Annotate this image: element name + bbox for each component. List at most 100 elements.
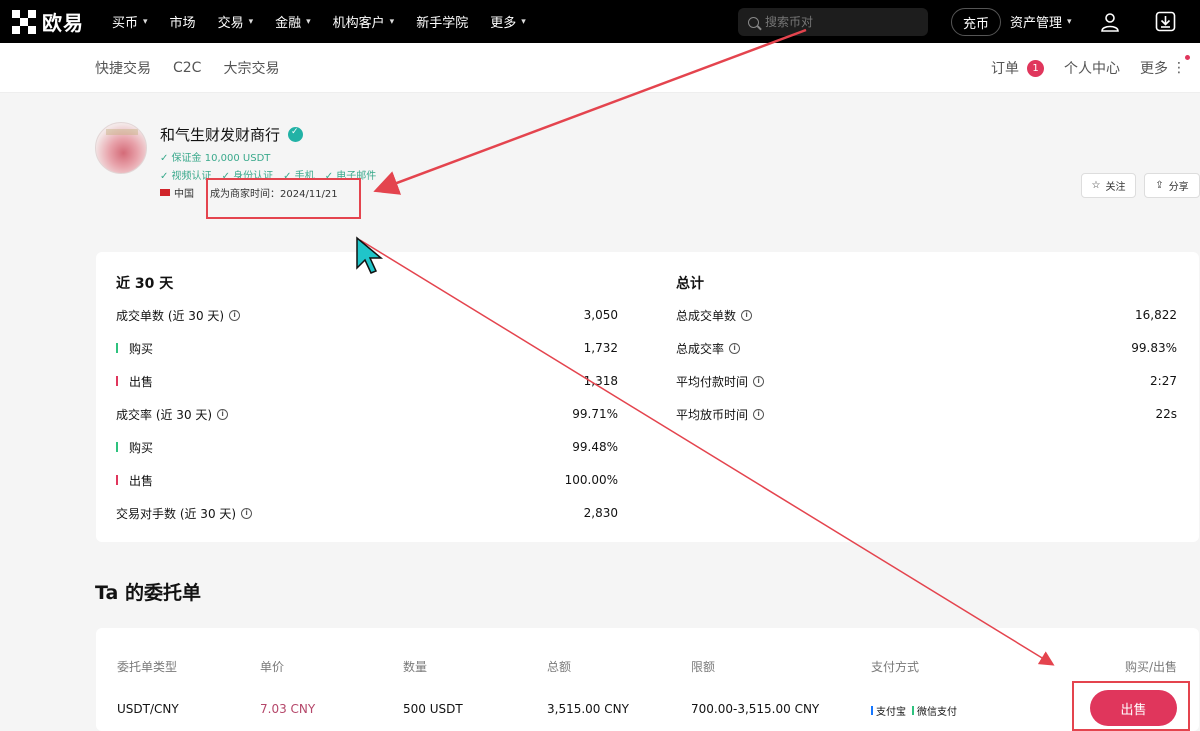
stat-label: 出售: [116, 373, 153, 390]
stat-value: 100.00%: [564, 473, 618, 487]
since-annotation-box: [206, 178, 361, 219]
stat-label: 总成交率 i: [676, 340, 741, 357]
stat-label-text: 总成交单数: [676, 308, 737, 323]
stat-label: 出售: [116, 472, 153, 489]
payment-tag: 支付宝: [871, 703, 906, 718]
sub-nav-right: 订单 1 个人中心 更多 ⋮: [991, 43, 1190, 93]
subnav-tab[interactable]: 快捷交易: [95, 58, 151, 78]
profile-link[interactable]: 个人中心: [1064, 58, 1120, 78]
nav-item[interactable]: 交易 ▾: [218, 12, 254, 31]
order-type: USDT/CNY: [117, 702, 179, 716]
stat-label: 总成交单数 i: [676, 307, 753, 324]
nav-item[interactable]: 机构客户 ▾: [333, 12, 395, 31]
asset-management-menu[interactable]: 资产管理 ▾: [1010, 0, 1072, 43]
merchant-name-row: 和气生财发财商行: [160, 124, 304, 145]
info-icon[interactable]: i: [753, 375, 765, 387]
nav-item-label: 新手学院: [416, 16, 469, 31]
stat-row: 出售 100.00%: [116, 469, 618, 491]
deposit-button[interactable]: 充币: [951, 8, 1001, 36]
stat-row: 平均放币时间 i 22s: [676, 403, 1177, 425]
stat-row: 总成交率 i 99.83%: [676, 337, 1177, 359]
info-icon[interactable]: i: [729, 342, 741, 354]
user-icon[interactable]: [1100, 12, 1120, 32]
stat-value: 22s: [1155, 407, 1177, 421]
stat-row: 出售 1,318: [116, 370, 618, 392]
nav-item[interactable]: 更多 ▾: [490, 12, 526, 31]
sell-annotation-box: [1072, 681, 1190, 731]
stat-label-text: 出售: [129, 374, 154, 389]
search-input[interactable]: [765, 15, 915, 29]
stat-row: 成交率 (近 30 天) i 99.71%: [116, 403, 618, 425]
info-icon[interactable]: i: [741, 309, 753, 321]
column-header: 支付方式: [871, 660, 920, 674]
stat-row: 购买 99.48%: [116, 436, 618, 458]
info-icon[interactable]: i: [217, 408, 229, 420]
column-header: 限额: [691, 660, 716, 674]
stat-value: 99.48%: [572, 440, 618, 454]
stat-value: 2,830: [583, 506, 618, 520]
chevron-down-icon: ▾: [306, 16, 311, 27]
more-menu[interactable]: 更多 ⋮: [1140, 55, 1190, 78]
follow-button[interactable]: ☆ 关注: [1081, 173, 1136, 198]
search-box[interactable]: [738, 8, 928, 36]
stat-label-text: 交易对手数 (近 30 天): [116, 506, 237, 521]
stats-card: 近 30 天 成交单数 (近 30 天) i 3,050 购买 1,732 出售 1,318…: [96, 252, 1199, 542]
subnav-tab[interactable]: 大宗交易: [223, 58, 279, 78]
orders-label: 订单: [991, 61, 1019, 77]
kebab-icon: ⋮: [1172, 60, 1186, 76]
stat-label: 交易对手数 (近 30 天) i: [116, 505, 253, 522]
nav-item-label: 交易: [217, 16, 244, 31]
top-navbar: 欧易 买币 ▾ 市场 交易 ▾ 金融 ▾ 机构客户 ▾ 新手学院 更多 ▾ 充币 资产管理 ▾: [0, 0, 1200, 43]
stat-value: 1,318: [583, 374, 618, 388]
quantity: 500 USDT: [403, 702, 463, 716]
orders-section-title: Ta 的委托单: [95, 582, 201, 604]
stat-label: 平均付款时间 i: [676, 373, 765, 390]
okx-logo[interactable]: 欧易: [12, 7, 84, 36]
country: 中国: [160, 185, 194, 200]
subnav-tab[interactable]: C2C: [173, 60, 201, 76]
nav-item[interactable]: 金融 ▾: [275, 12, 311, 31]
share-label: 分享: [1168, 182, 1189, 193]
share-icon: ⇪: [1155, 180, 1164, 191]
column-header: 总额: [547, 660, 572, 674]
nav-item[interactable]: 新手学院: [416, 12, 468, 31]
search-icon: [748, 16, 759, 28]
info-icon[interactable]: i: [753, 408, 765, 420]
payment-label: 支付宝: [876, 707, 906, 718]
chevron-down-icon: ▾: [1067, 16, 1072, 27]
verified-badge-icon: [288, 127, 304, 142]
download-icon[interactable]: [1155, 11, 1176, 32]
stat-label: 成交单数 (近 30 天) i: [116, 307, 241, 324]
orders-link[interactable]: 订单 1: [991, 58, 1044, 78]
info-icon[interactable]: i: [229, 309, 241, 321]
chevron-down-icon: ▾: [248, 16, 254, 27]
country-name: 中国: [174, 189, 194, 200]
orders-count-badge: 1: [1027, 59, 1044, 77]
logo-text: 欧易: [42, 11, 84, 35]
nav-item[interactable]: 买币 ▾: [112, 12, 148, 31]
stat-label-text: 成交率 (近 30 天): [116, 407, 213, 422]
sub-navbar: 快捷交易 C2C 大宗交易 订单 1 个人中心 更多 ⋮: [0, 43, 1200, 93]
nav-item-label: 更多: [490, 16, 517, 31]
stat-row: 平均付款时间 i 2:27: [676, 370, 1177, 392]
nav-item[interactable]: 市场: [170, 12, 196, 31]
nav-item-label: 金融: [275, 16, 302, 31]
chevron-down-icon: ▾: [143, 16, 148, 27]
sub-nav-left: 快捷交易 C2C 大宗交易: [95, 43, 279, 93]
share-button[interactable]: ⇪ 分享: [1144, 173, 1200, 198]
stat-label-text: 出售: [129, 473, 154, 488]
limit-range: 700.00-3,515.00 CNY: [691, 702, 820, 716]
stat-label: 购买: [116, 340, 153, 357]
stat-row: 成交单数 (近 30 天) i 3,050: [116, 304, 618, 326]
column-header: 数量: [403, 660, 428, 674]
nav-item-label: 机构客户: [332, 16, 385, 31]
star-icon: ☆: [1091, 180, 1101, 191]
payment-label: 微信支付: [917, 707, 957, 718]
recent-stats-title: 近 30 天: [116, 276, 174, 292]
asset-management-label: 资产管理: [1010, 16, 1063, 31]
total-amount: 3,515.00 CNY: [547, 702, 629, 716]
stat-label: 成交率 (近 30 天) i: [116, 406, 229, 423]
logo-mark-icon: [12, 9, 36, 34]
sell-indicator: [116, 376, 118, 386]
info-icon[interactable]: i: [241, 507, 253, 519]
